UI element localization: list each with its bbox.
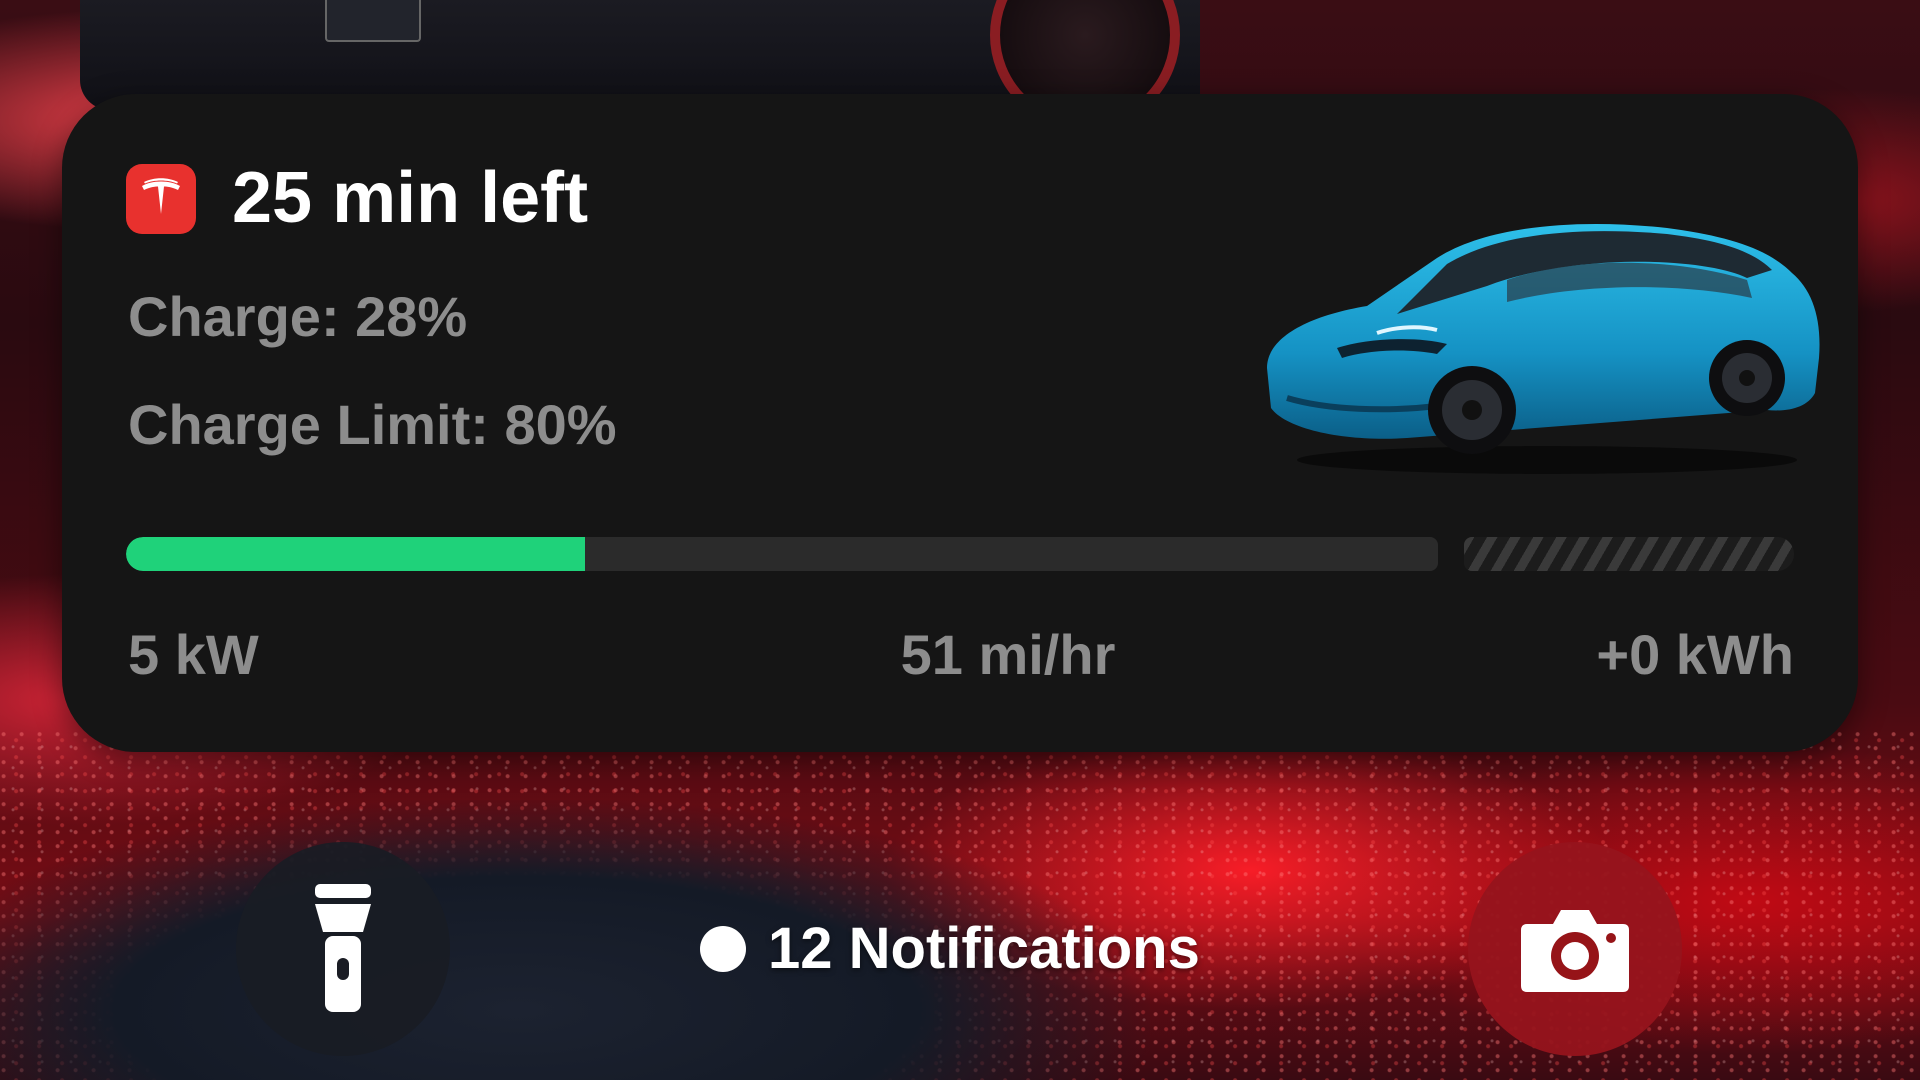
notification-dot [700, 925, 746, 972]
tesla-logo-glyph [142, 178, 180, 214]
time-remaining-title: 25 min left [232, 158, 589, 238]
notifications-label: 12 Notifications [768, 916, 1200, 981]
charging-live-activity[interactable]: 25 min left Charge: 28% Charge Limit: 80… [62, 94, 1858, 752]
lock-screen: 25 min left Charge: 28% Charge Limit: 80… [0, 0, 1920, 1080]
above-limit-zone [1464, 537, 1794, 571]
charge-limit-text: Charge Limit: 80% [128, 393, 617, 456]
flashlight-button[interactable] [236, 842, 450, 1056]
charge-level-text: Charge: 28% [128, 285, 468, 348]
flashlight-icon [315, 884, 371, 1012]
charge-progress-bar [126, 537, 1794, 571]
notifications-indicator[interactable]: 12 Notifications [700, 915, 1200, 982]
progress-track [126, 537, 1438, 571]
progress-fill [126, 537, 586, 571]
tesla-logo-icon [126, 164, 196, 234]
range-added-rate: 51 mi/hr [900, 623, 1116, 686]
energy-added: +0 kWh [1596, 623, 1794, 686]
blue-sedan-image [1267, 223, 1820, 474]
wallpaper-license-plate [325, 0, 421, 42]
charging-power: 5 kW [128, 623, 259, 686]
camera-button[interactable] [1468, 842, 1682, 1056]
camera-icon [1521, 910, 1629, 992]
